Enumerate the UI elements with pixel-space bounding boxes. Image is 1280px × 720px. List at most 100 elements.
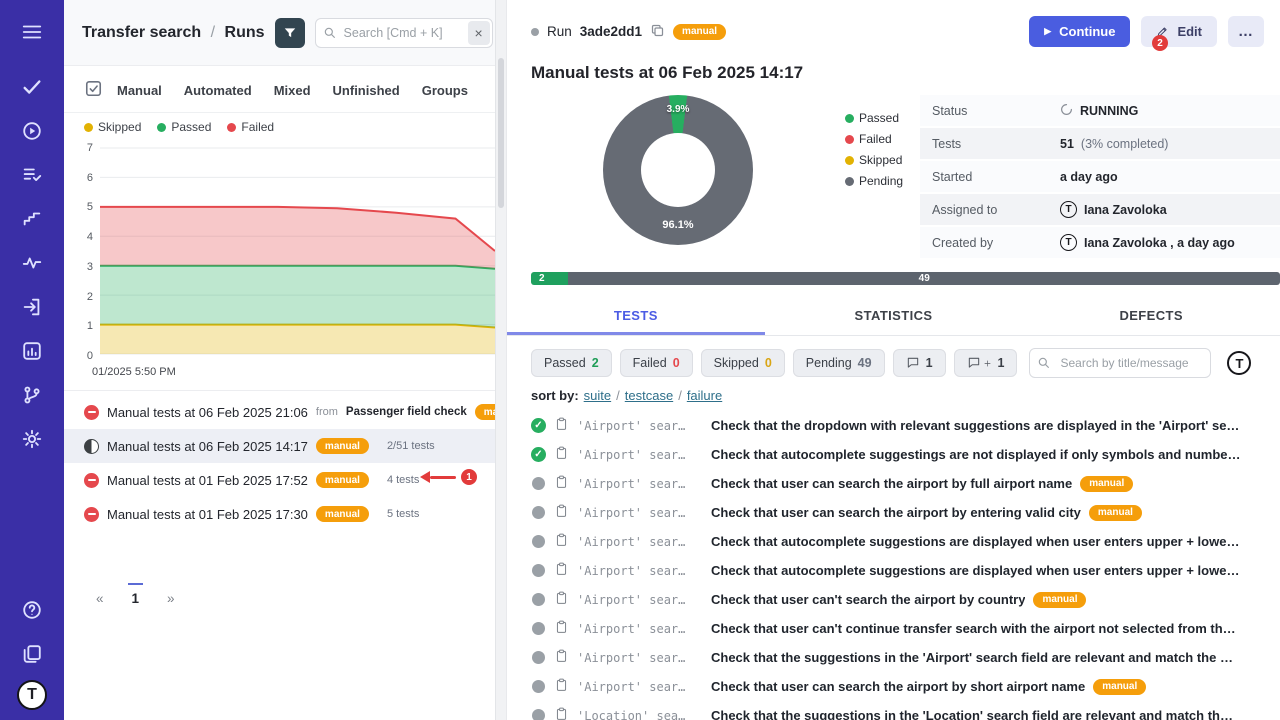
test-list-item[interactable]: 'Location' sea… Check that the suggestio… xyxy=(507,701,1280,720)
help-icon[interactable] xyxy=(12,591,52,629)
runs-search-input[interactable] xyxy=(315,18,493,48)
chip-count: 49 xyxy=(858,356,872,370)
legend-item: Passed xyxy=(157,120,211,134)
play-icon[interactable] xyxy=(12,112,52,150)
info-value-extra: (3% completed) xyxy=(1081,137,1169,151)
test-title: Check that user can't continue transfer … xyxy=(711,621,1236,636)
legend-label: Failed xyxy=(241,120,274,134)
detail-tabs: TESTSSTATISTICSDEFECTS xyxy=(507,298,1280,336)
run-filter-tab[interactable]: Mixed xyxy=(274,83,311,98)
legend-label: Skipped xyxy=(98,120,141,134)
chip-count: 1 xyxy=(926,356,933,370)
filter-button[interactable] xyxy=(275,18,305,48)
pulse-icon[interactable] xyxy=(12,244,52,282)
test-list-item[interactable]: 'Airport' sear… Check that user can sear… xyxy=(507,469,1280,498)
legend-item: Passed xyxy=(845,111,903,125)
test-status-icon xyxy=(532,680,545,693)
detail-tab[interactable]: STATISTICS xyxy=(765,298,1023,335)
sort-link[interactable]: suite xyxy=(584,388,611,403)
branch-icon[interactable] xyxy=(12,376,52,414)
checklist-icon[interactable] xyxy=(12,156,52,194)
docs-icon[interactable] xyxy=(12,635,52,673)
run-list-item[interactable]: Manual tests at 06 Feb 2025 21:06 from P… xyxy=(64,395,495,429)
run-title: Manual tests at 01 Feb 2025 17:30 xyxy=(107,507,308,522)
test-list-item[interactable]: 'Airport' sear… Check that user can't se… xyxy=(507,585,1280,614)
y-axis-tick: 4 xyxy=(87,231,93,243)
test-list-item[interactable]: 'Airport' sear… Check that autocomplete … xyxy=(507,440,1280,469)
run-list-item[interactable]: Manual tests at 06 Feb 2025 14:17 manual… xyxy=(64,429,495,463)
chip-label: Skipped xyxy=(714,356,759,370)
sidebar-avatar[interactable]: T xyxy=(17,680,47,710)
info-label: Assigned to xyxy=(932,203,1060,217)
pagination-first[interactable]: « xyxy=(96,591,104,608)
testcase-icon xyxy=(554,416,569,435)
manual-badge: manual xyxy=(673,24,726,40)
test-list-item[interactable]: 'Airport' sear… Check that autocomplete … xyxy=(507,527,1280,556)
test-status-icon xyxy=(532,535,545,548)
breadcrumb-project[interactable]: Transfer search xyxy=(82,24,201,41)
test-suite: 'Airport' sear… xyxy=(577,622,703,636)
pagination-page-1[interactable]: 1 xyxy=(128,583,144,608)
status-filter-chip[interactable]: Passed 2 xyxy=(531,349,612,377)
sort-link[interactable]: failure xyxy=(687,388,722,403)
detail-tab[interactable]: DEFECTS xyxy=(1022,298,1280,335)
test-list-item[interactable]: 'Airport' sear… Check that the suggestio… xyxy=(507,643,1280,672)
funnel-icon xyxy=(283,26,297,40)
run-filter-tab[interactable]: Manual xyxy=(117,83,162,98)
run-list-item[interactable]: Manual tests at 01 Feb 2025 17:30 manual… xyxy=(64,497,495,531)
import-icon[interactable] xyxy=(12,288,52,326)
test-list-item[interactable]: 'Airport' sear… Check that user can sear… xyxy=(507,498,1280,527)
detail-tab[interactable]: TESTS xyxy=(507,298,765,335)
steps-icon[interactable] xyxy=(12,200,52,238)
run-info-table: Status RUNNING Tests xyxy=(920,95,1280,260)
legend-item: Failed xyxy=(845,132,903,146)
pagination-last[interactable]: » xyxy=(167,591,175,608)
run-status-icon xyxy=(84,439,99,454)
comment-filter-chip[interactable]: 1 xyxy=(893,349,946,377)
copy-run-id-icon[interactable] xyxy=(650,23,665,41)
test-suite: 'Location' sea… xyxy=(577,709,703,720)
search-icon xyxy=(1037,356,1051,370)
panel-scrollbar[interactable] xyxy=(495,0,507,720)
sort-link[interactable]: testcase xyxy=(625,388,673,403)
info-value-text: 51 xyxy=(1060,137,1074,151)
info-row: Tests 51 (3% completed) xyxy=(920,128,1280,159)
test-list-item[interactable]: 'Airport' sear… Check that user can't co… xyxy=(507,614,1280,643)
test-title: Check that autocomplete suggestings are … xyxy=(711,447,1240,462)
run-filter-tab[interactable]: Groups xyxy=(422,83,468,98)
test-list-item[interactable]: 'Airport' sear… Check that the dropdown … xyxy=(507,411,1280,440)
manual-badge: manual xyxy=(316,438,369,454)
legend-item: Failed xyxy=(227,120,274,134)
test-search-input[interactable] xyxy=(1029,348,1211,378)
run-filter-tab[interactable]: Unfinished xyxy=(333,83,400,98)
report-icon[interactable] xyxy=(12,332,52,370)
info-label: Started xyxy=(932,170,1060,184)
test-list-item[interactable]: 'Airport' sear… Check that autocomplete … xyxy=(507,556,1280,585)
continue-button[interactable]: ▶ Continue xyxy=(1029,16,1130,47)
manual-badge: manual xyxy=(1089,505,1142,521)
select-runs-icon[interactable] xyxy=(84,79,103,101)
run-filter-tab[interactable]: Automated xyxy=(184,83,252,98)
test-title: Check that user can search the airport b… xyxy=(711,505,1081,520)
spinner-icon xyxy=(1060,103,1073,119)
testcase-icon xyxy=(554,445,569,464)
test-title: Check that user can search the airport b… xyxy=(711,679,1085,694)
test-suite: 'Airport' sear… xyxy=(577,535,703,549)
sort-bar: sort by:suite/testcase/failure/ xyxy=(507,384,1280,411)
sidebar: T xyxy=(0,0,64,720)
more-actions-button[interactable]: … xyxy=(1228,16,1264,47)
check-icon[interactable] xyxy=(12,68,52,106)
clear-search-button[interactable]: × xyxy=(468,21,490,45)
test-list-item[interactable]: 'Airport' sear… Check that user can sear… xyxy=(507,672,1280,701)
assignee-avatar[interactable] xyxy=(1227,351,1251,375)
comment-filter-chip[interactable]: 1 xyxy=(954,349,1018,377)
status-filter-chip[interactable]: Failed 0 xyxy=(620,349,693,377)
status-filter-chip[interactable]: Skipped 0 xyxy=(701,349,785,377)
gear-icon[interactable] xyxy=(12,420,52,458)
status-filter-chip[interactable]: Pending 49 xyxy=(793,349,885,377)
info-row: Assigned to Iana Zavoloka xyxy=(920,194,1280,225)
legend-dot xyxy=(227,123,236,132)
runs-panel: Transfer search / Runs × ManualAutomated… xyxy=(64,0,495,720)
scrollbar-thumb[interactable] xyxy=(498,58,504,208)
menu-icon[interactable] xyxy=(12,13,52,51)
